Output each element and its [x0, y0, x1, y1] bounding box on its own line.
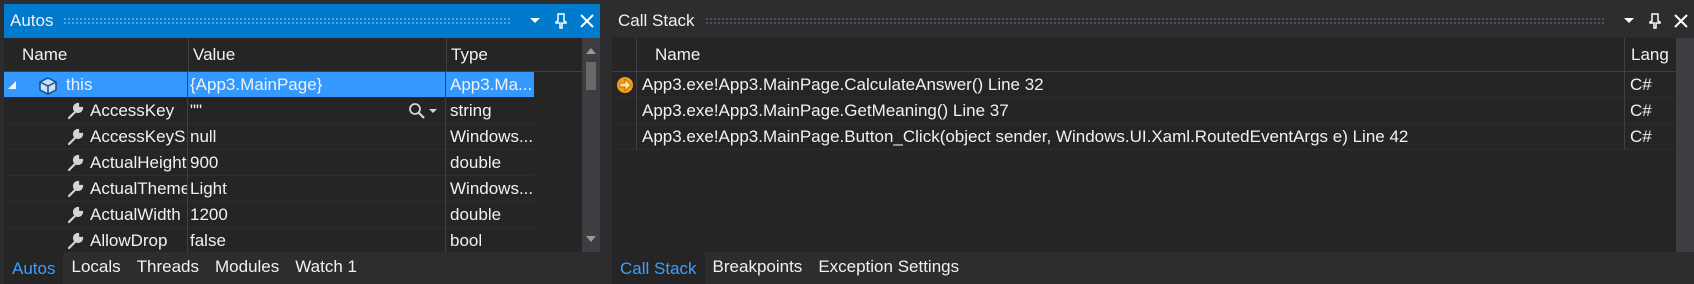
autos-row-actualwidth[interactable]: ActualWidth 1200 double — [4, 202, 534, 228]
magnifier-icon[interactable] — [408, 98, 428, 124]
close-icon[interactable] — [574, 4, 600, 38]
call-stack-title: Call Stack — [618, 11, 695, 30]
call-stack-grid: Name Lang App3.exe!App3.MainPage.Calcula… — [612, 38, 1694, 252]
call-stack-vertical-scrollbar[interactable] — [1676, 38, 1694, 252]
autos-row-type: string — [450, 101, 492, 120]
autos-row-name: ActualWidth — [90, 205, 181, 224]
tab-modules[interactable]: Modules — [207, 252, 287, 284]
tab-locals[interactable]: Locals — [63, 252, 128, 284]
autos-row-value[interactable]: null — [190, 124, 444, 150]
tab-threads[interactable]: Threads — [129, 252, 207, 284]
call-stack-column-name[interactable]: Name — [636, 38, 1636, 72]
pin-icon[interactable] — [548, 4, 574, 38]
autos-titlebar[interactable]: Autos — [4, 4, 600, 38]
call-stack-tab-strip: Call Stack Breakpoints Exception Setting… — [612, 252, 1694, 284]
pin-icon[interactable] — [1642, 4, 1668, 38]
titlebar-grip[interactable] — [704, 17, 1606, 25]
wrench-icon — [66, 202, 88, 228]
call-stack-frame-name: App3.exe!App3.MainPage.GetMeaning() Line… — [642, 101, 1009, 120]
autos-row-actualtheme[interactable]: ActualTheme Light Windows... — [4, 176, 534, 202]
titlebar-grip[interactable] — [63, 17, 512, 25]
call-stack-header-row: Name Lang — [612, 38, 1694, 72]
autos-vertical-scrollbar[interactable] — [582, 38, 600, 252]
autos-row-name: AllowDrop — [90, 231, 168, 250]
wrench-icon — [66, 228, 88, 252]
close-icon[interactable] — [1668, 4, 1694, 38]
autos-row-name: ActualTheme — [90, 179, 187, 198]
tab-watch-1[interactable]: Watch 1 — [287, 252, 365, 284]
call-stack-frame-name: App3.exe!App3.MainPage.Button_Click(obje… — [642, 127, 1409, 146]
wrench-icon — [66, 176, 88, 202]
autos-row-type: Windows... — [450, 179, 532, 198]
autos-column-name[interactable]: Name — [4, 38, 188, 72]
current-frame-arrow-icon — [616, 72, 636, 98]
call-stack-frame-row[interactable]: App3.exe!App3.MainPage.Button_Click(obje… — [612, 124, 1674, 150]
wrench-icon — [66, 98, 88, 124]
autos-row-value[interactable]: {App3.MainPage} — [190, 72, 444, 98]
autos-row-name: AccessKey — [90, 101, 175, 120]
autos-row-type: bool — [450, 231, 483, 250]
autos-row-name: this — [66, 75, 93, 94]
call-stack-window: Call Stack Name Lang App3.exe!App3.MainP… — [612, 4, 1694, 284]
call-stack-column-icon — [612, 38, 636, 72]
autos-row-name: AccessKeyS... — [90, 127, 187, 146]
scroll-up-arrow-icon[interactable] — [582, 42, 600, 60]
autos-tab-strip: Autos Locals Threads Modules Watch 1 — [4, 252, 600, 284]
chevron-down-icon[interactable] — [428, 98, 442, 124]
call-stack-column-lang[interactable]: Lang — [1624, 38, 1674, 72]
autos-row-type: Windows... — [450, 127, 532, 146]
call-stack-titlebar[interactable]: Call Stack — [612, 4, 1694, 38]
call-stack-frame-name: App3.exe!App3.MainPage.CalculateAnswer()… — [642, 75, 1044, 94]
autos-row-allowdrop[interactable]: AllowDrop false bool — [4, 228, 534, 252]
autos-row-actualheight[interactable]: ActualHeight 900 double — [4, 150, 534, 176]
wrench-icon — [66, 124, 88, 150]
autos-window: Autos Name Value Type this {App3.MainPag… — [4, 4, 600, 284]
autos-row-value[interactable]: "" — [190, 98, 400, 124]
scroll-down-arrow-icon[interactable] — [582, 230, 600, 248]
call-stack-frame-lang: C# — [1630, 75, 1652, 94]
autos-row-this[interactable]: this {App3.MainPage} App3.Ma... — [4, 72, 534, 98]
autos-row-value[interactable]: Light — [190, 176, 444, 202]
autos-row-value[interactable]: false — [190, 228, 444, 252]
object-icon — [38, 72, 60, 98]
autos-title: Autos — [10, 11, 54, 30]
call-stack-frame-lang: C# — [1630, 101, 1652, 120]
call-stack-frame-row[interactable]: App3.exe!App3.MainPage.CalculateAnswer()… — [612, 72, 1674, 98]
autos-row-accesskey[interactable]: AccessKey "" string — [4, 98, 534, 124]
autos-row-value[interactable]: 1200 — [190, 202, 444, 228]
tab-exception-settings[interactable]: Exception Settings — [810, 252, 967, 284]
autos-row-value[interactable]: 900 — [190, 150, 444, 176]
expand-triangle-icon[interactable] — [6, 72, 22, 98]
autos-row-type: double — [450, 205, 502, 224]
autos-row-type: App3.Ma... — [450, 75, 532, 94]
scrollbar-thumb[interactable] — [586, 62, 596, 90]
tab-autos[interactable]: Autos — [4, 252, 64, 284]
call-stack-frame-lang: C# — [1630, 127, 1652, 146]
tab-breakpoints[interactable]: Breakpoints — [705, 252, 811, 284]
call-stack-frame-row[interactable]: App3.exe!App3.MainPage.GetMeaning() Line… — [612, 98, 1674, 124]
wrench-icon — [66, 150, 88, 176]
autos-row-accesskeyscope[interactable]: AccessKeyS... null Windows... — [4, 124, 534, 150]
tab-call-stack[interactable]: Call Stack — [612, 252, 705, 284]
chevron-down-icon[interactable] — [522, 4, 548, 38]
autos-column-value[interactable]: Value — [188, 38, 446, 72]
autos-header-row: Name Value Type — [4, 38, 600, 72]
autos-column-type[interactable]: Type — [446, 38, 534, 72]
autos-row-type: double — [450, 153, 502, 172]
autos-grid: Name Value Type this {App3.MainPage} App… — [4, 38, 600, 252]
chevron-down-icon[interactable] — [1616, 4, 1642, 38]
autos-row-name: ActualHeight — [90, 153, 187, 172]
